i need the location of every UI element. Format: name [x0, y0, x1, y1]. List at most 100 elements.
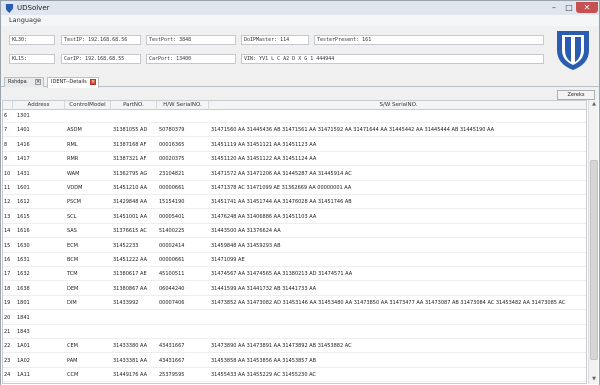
menu-bar: Language: [1, 15, 599, 26]
table-row[interactable]: 19 1801 DIM 31433992 00007406 31473852 AA 314…: [3, 297, 586, 311]
vertical-scrollbar[interactable]: ▲ ▼: [588, 100, 598, 384]
content-area: Zereks Address ControlModel PartNO. H/W …: [1, 88, 599, 385]
row-number: 16: [4, 257, 11, 263]
carport-field: CarPort: 13400: [146, 54, 236, 64]
sw-serial-cell: 31473890 AA 31473891 AA 31473892 AB 3145…: [211, 343, 352, 350]
column-header-address[interactable]: Address: [13, 101, 65, 110]
table-row[interactable]: 12 1612 PSCM 31429848 AA 15154190 31451741 AA…: [3, 196, 586, 210]
vin-field: VIN: YV1 L C A2 D X G 1 444944: [241, 54, 544, 64]
row-number: 23: [4, 357, 11, 364]
row-number: 13: [4, 213, 11, 220]
testip-field: TestIP: 192.168.68.56: [61, 35, 141, 45]
hw-serial-cell: 51400225: [159, 228, 185, 235]
partno-cell: [113, 110, 159, 123]
hw-serial-cell: 25379595: [159, 372, 185, 379]
table-row[interactable]: 23 1A02 PAM 31433381 AA 43431667 31453858 AA …: [3, 355, 586, 368]
address-cell: 1615: [17, 213, 30, 220]
table-row[interactable]: 24 1A11 CCM 31449176 AA 25379595 31455433 AA …: [3, 369, 586, 383]
hw-serial-cell: 43431667: [159, 343, 185, 350]
controlmodel-cell: PSCM: [67, 199, 81, 206]
testerpresent-field: TesterPresent: 161: [314, 35, 544, 45]
sw-serial-cell: 31441599 AA 31441732 AB 31441733 AA: [211, 285, 317, 292]
sw-serial-cell: 31453858 AA 31453856 AA 31453857 AB: [211, 357, 317, 364]
hw-serial-cell: 00005401: [159, 213, 185, 220]
menu-language[interactable]: Language: [9, 16, 41, 24]
hw-serial-cell: 00000661: [159, 257, 185, 263]
row-number: 8: [4, 141, 8, 148]
table-row[interactable]: 8 1416 RML 31387168 AF 00016365 31451119 AA 3…: [3, 139, 586, 152]
table-row[interactable]: 6 1301: [3, 110, 586, 123]
sw-serial-cell: 31455433 AA 31455229 AC 31455230 AC: [211, 372, 316, 379]
column-header-partno[interactable]: PartNO.: [111, 101, 157, 110]
address-cell: 1632: [17, 271, 30, 278]
tab-close-icon[interactable]: ×: [90, 79, 96, 85]
table-row[interactable]: 15 1630 ECM 31452233 00002414 31459848 AA 314…: [3, 240, 586, 253]
app-window: UDSolver – □ ✕ Language KL30: TestIP: 19…: [0, 0, 600, 385]
address-cell: 1801: [17, 300, 30, 307]
address-cell: 1401: [17, 127, 30, 134]
table-row[interactable]: 14 1616 SAS 31376615 AC 51400225 31443500 AA …: [3, 225, 586, 239]
partno-cell: 31429848 AA: [113, 199, 148, 206]
partno-cell: 31376615 AC: [113, 228, 147, 235]
ecu-table: Address ControlModel PartNO. H/W SerialN…: [2, 100, 587, 384]
sw-serial-cell: [211, 326, 586, 339]
toolbar: Zereks: [1, 88, 599, 100]
table-row[interactable]: 18 1638 DEM 31380867 AA 06044240 31441599 AA …: [3, 283, 586, 296]
controlmodel-cell: BCM: [67, 257, 79, 263]
hw-serial-cell: 45100511: [159, 271, 185, 278]
scroll-down-icon[interactable]: ▼: [589, 375, 599, 384]
hw-serial-cell: 15154190: [159, 199, 185, 206]
table-row[interactable]: 21 1843: [3, 326, 586, 339]
address-cell: 1A02: [17, 357, 30, 364]
maximize-button[interactable]: □: [562, 2, 576, 13]
table-row[interactable]: 7 1401 ASDM 31381055 AD 50780379 31471560 AA …: [3, 124, 586, 138]
address-cell: 1630: [17, 242, 30, 249]
hw-serial-cell: [159, 326, 209, 339]
tab-strip: Rshdpa × IDENT--Details ×: [1, 76, 599, 88]
row-number: 9: [4, 156, 8, 163]
controlmodel-cell: RML: [67, 141, 78, 148]
table-row[interactable]: 22 1A01 CEM 31433380 AA 43431667 31473890 AA …: [3, 340, 586, 354]
table-row[interactable]: 16 1631 BCM 31451222 AA 00000661 31471099 AE: [3, 254, 586, 267]
table-row[interactable]: 9 1417 RMR 31387321 AF 00020375 31451120 AA 3…: [3, 153, 586, 167]
hw-serial-cell: 06044240: [159, 285, 185, 292]
shield-logo-icon: [557, 31, 589, 70]
controlmodel-cell: ASDM: [67, 127, 82, 134]
row-number: 19: [4, 300, 11, 307]
partno-cell: 31362795 AG: [113, 170, 148, 177]
partno-cell: 31433380 AA: [113, 343, 148, 350]
table-row[interactable]: 20 1841: [3, 312, 586, 325]
sw-serial-cell: 31471378 AC 31471099 AE 31362669 AA 0000…: [211, 185, 352, 191]
scroll-up-icon[interactable]: ▲: [589, 100, 599, 109]
partno-cell: [113, 326, 159, 339]
tab-rshdpa[interactable]: Rshdpa ×: [4, 77, 44, 87]
scroll-thumb[interactable]: [590, 160, 598, 360]
table-row[interactable]: 13 1615 SCL 31451001 AA 00005401 31476248 AA …: [3, 211, 586, 224]
table-row[interactable]: 17 1632 TCM 31380617 AE 45100511 31474567 AA …: [3, 268, 586, 282]
close-button[interactable]: ✕: [576, 2, 598, 13]
table-header: Address ControlModel PartNO. H/W SerialN…: [3, 101, 586, 110]
column-header-sw-serial[interactable]: S/W SerialNO.: [209, 101, 586, 110]
info-panel: KL30: TestIP: 192.168.68.56 TestPort: 38…: [1, 26, 599, 76]
row-number: 7: [4, 127, 8, 134]
table-row[interactable]: 11 1601 VDDM 31451210 AA 00000661 31471378 AC…: [3, 182, 586, 195]
column-header-controlmodel[interactable]: ControlModel: [65, 101, 111, 110]
row-number: 11: [4, 185, 11, 191]
minimize-button[interactable]: –: [546, 2, 562, 13]
controlmodel-cell: [67, 326, 113, 339]
address-cell: 1843: [17, 329, 30, 335]
sw-serial-cell: 31473852 AA 31473082 AD 31453146 AA 3145…: [211, 300, 566, 307]
tab-ident-details[interactable]: IDENT--Details ×: [47, 77, 99, 88]
sw-serial-cell: 31471560 AA 31445436 AB 31471561 AA 3147…: [211, 127, 495, 134]
address-cell: 1A01: [17, 343, 30, 350]
tab-close-icon[interactable]: ×: [35, 79, 41, 85]
partno-cell: 31381055 AD: [113, 127, 148, 134]
table-row[interactable]: 10 1431 WAM 31362795 AG 23104821 31471572 AA …: [3, 168, 586, 181]
column-header-hw-serial[interactable]: H/W SerialNO.: [157, 101, 209, 110]
hw-serial-cell: 00002414: [159, 242, 185, 249]
toolbar-button[interactable]: Zereks: [557, 90, 595, 100]
sw-serial-cell: [211, 312, 586, 325]
title-bar: UDSolver – □ ✕: [1, 1, 599, 15]
partno-cell: 31380867 AA: [113, 285, 148, 292]
testport-field: TestPort: 3848: [146, 35, 236, 45]
